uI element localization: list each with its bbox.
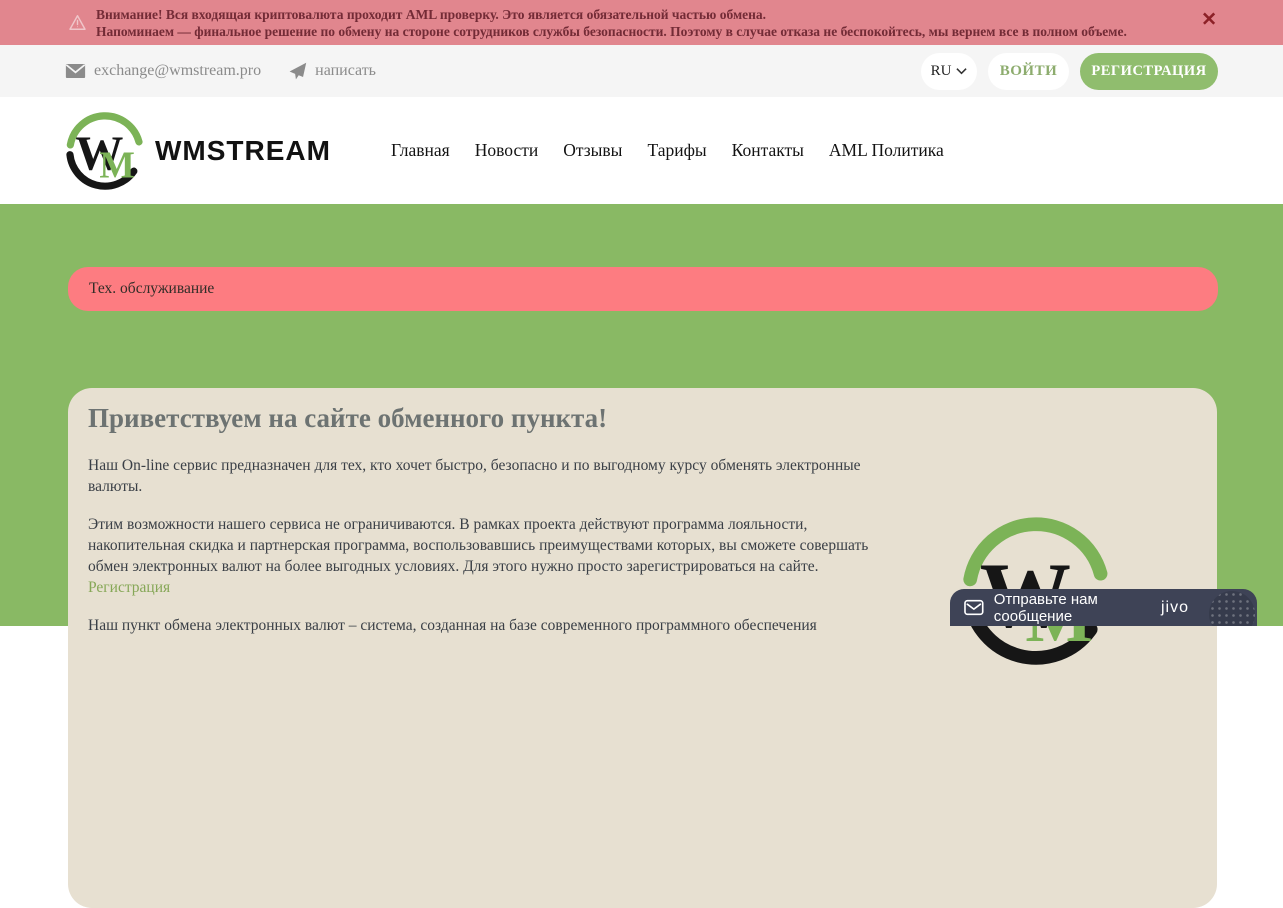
svg-text:M: M xyxy=(99,144,134,186)
intro-paragraph: Наш On-line сервис предназначен для тех,… xyxy=(88,455,883,497)
chat-widget-message: Отправьте нам сообщение xyxy=(994,591,1161,625)
features-text: Этим возможности нашего сервиса не огран… xyxy=(88,516,868,575)
maintenance-text: Тех. обслуживание xyxy=(89,280,214,298)
write-message-link[interactable]: написать xyxy=(288,62,376,81)
envelope-icon xyxy=(65,63,86,79)
email-text: exchange@wmstream.pro xyxy=(94,62,261,80)
warning-triangle-icon xyxy=(68,13,87,32)
site-logo[interactable]: W M WMSTREAM xyxy=(65,111,331,191)
nav-item-home[interactable]: Главная xyxy=(391,140,450,161)
nav-item-aml-policy[interactable]: AML Политика xyxy=(829,140,944,161)
nav-item-contacts[interactable]: Контакты xyxy=(732,140,804,161)
nav-item-news[interactable]: Новости xyxy=(475,140,539,161)
nav-item-tariffs[interactable]: Тарифы xyxy=(647,140,706,161)
brand-name: WMSTREAM xyxy=(155,135,331,167)
login-button[interactable]: ВОЙТИ xyxy=(988,53,1069,90)
maintenance-banner: Тех. обслуживание xyxy=(68,267,1218,311)
alert-line-2: Напоминаем — финальное решение по обмену… xyxy=(96,23,1127,40)
language-value: RU xyxy=(931,63,952,80)
alert-line-1: Внимание! Вся входящая криптовалюта прох… xyxy=(96,6,1127,23)
language-selector[interactable]: RU xyxy=(921,53,977,90)
wm-logo-icon: W M xyxy=(65,111,145,191)
close-icon[interactable]: ✕ xyxy=(1201,8,1217,31)
topbar-actions: RU ВОЙТИ РЕГИСТРАЦИЯ xyxy=(921,53,1218,90)
chat-widget-dots-decoration xyxy=(1209,591,1255,626)
utility-topbar: exchange@wmstream.pro написать RU ВОЙТИ … xyxy=(0,45,1283,97)
chat-widget[interactable]: Отправьте нам сообщение jivo xyxy=(950,589,1257,626)
page-background: Тех. обслуживание Приветствуем на сайте … xyxy=(0,204,1283,626)
chat-envelope-icon xyxy=(964,599,984,616)
main-nav: Главная Новости Отзывы Тарифы Контакты A… xyxy=(391,140,944,161)
features-paragraph: Этим возможности нашего сервиса не огран… xyxy=(88,514,883,598)
write-text: написать xyxy=(315,62,376,80)
alert-text: Внимание! Вся входящая криптовалюта прох… xyxy=(96,6,1127,40)
paper-plane-icon xyxy=(288,62,307,81)
page-title: Приветствуем на сайте обменного пункта! xyxy=(88,403,1197,434)
site-header: W M WMSTREAM Главная Новости Отзывы Тари… xyxy=(0,97,1283,204)
jivo-logo: jivo xyxy=(1161,599,1189,617)
email-link[interactable]: exchange@wmstream.pro xyxy=(65,62,261,80)
register-button[interactable]: РЕГИСТРАЦИЯ xyxy=(1080,53,1218,90)
registration-link[interactable]: Регистрация xyxy=(88,579,170,596)
welcome-card: Приветствуем на сайте обменного пункта! … xyxy=(68,388,1217,908)
nav-item-reviews[interactable]: Отзывы xyxy=(563,140,622,161)
aml-alert-banner: Внимание! Вся входящая криптовалюта прох… xyxy=(0,0,1283,45)
chevron-down-icon xyxy=(956,67,967,75)
